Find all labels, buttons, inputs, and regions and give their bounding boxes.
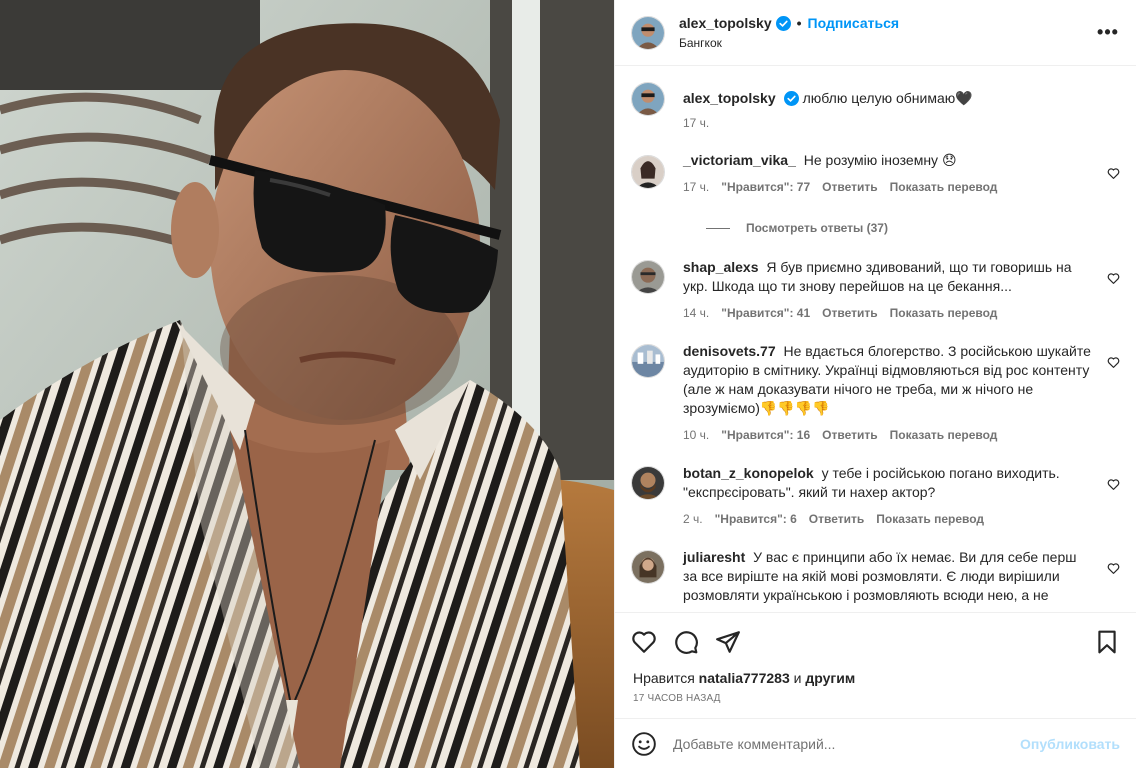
likes-prefix: Нравится [633, 670, 695, 686]
liker-username[interactable]: natalia777283 [699, 670, 790, 686]
publish-button[interactable]: Опубликовать [1020, 736, 1120, 752]
caption-avatar[interactable] [631, 82, 665, 116]
post-side-panel: alex_topolsky • Подписаться Бангкок ••• … [614, 0, 1136, 768]
comment-username[interactable]: juliaresht [683, 549, 745, 565]
comment-username[interactable]: botan_z_konopelok [683, 465, 814, 481]
commenter-avatar[interactable] [631, 466, 665, 500]
post-header: alex_topolsky • Подписаться Бангкок ••• [615, 0, 1136, 66]
view-replies-button[interactable]: Посмотреть ответы (37) [706, 221, 1120, 235]
share-icon[interactable] [715, 629, 741, 655]
likes-middle: и [793, 670, 802, 686]
post-time-ago[interactable]: 17 часов назад [615, 686, 1136, 718]
comment-username[interactable]: shap_alexs [683, 259, 759, 275]
reply-button[interactable]: Ответить [809, 510, 864, 529]
comment-time[interactable]: 14 ч. [683, 304, 709, 323]
reply-button[interactable]: Ответить [822, 178, 877, 197]
caption-username[interactable]: alex_topolsky [683, 89, 776, 108]
comment-likes[interactable]: "Нравится": 41 [721, 304, 810, 323]
translate-button[interactable]: Показать перевод [876, 510, 984, 529]
comment-likes[interactable]: "Нравится": 6 [715, 510, 797, 529]
comment-input[interactable] [673, 735, 1021, 752]
comment-item: shap_alexs Я був приємно здивований, що … [631, 259, 1120, 323]
commenter-avatar[interactable] [631, 260, 665, 294]
caption-text: люблю целую обнимаю🖤 [802, 90, 973, 106]
comment-time[interactable]: 10 ч. [683, 426, 709, 445]
comment-text: Не розумію іноземну 😞 [803, 152, 957, 168]
translate-button[interactable]: Показать перевод [890, 178, 998, 197]
like-comment-icon[interactable] [1107, 167, 1120, 180]
post-image [0, 0, 614, 768]
comment-item: botan_z_konopelok у тебе і російською по… [631, 465, 1120, 529]
likes-others-link[interactable]: другим [805, 670, 855, 686]
like-comment-icon[interactable] [1107, 562, 1120, 575]
caption: alex_topolsky люблю целую обнимаю🖤 17 ч. [631, 82, 1120, 133]
translate-button[interactable]: Показать перевод [890, 304, 998, 323]
like-comment-icon[interactable] [1107, 272, 1120, 285]
replies-divider [706, 227, 730, 229]
comment-icon[interactable] [673, 629, 699, 655]
comment-time[interactable]: 17 ч. [683, 178, 709, 197]
comment-item: juliaresht У вас є принципи або їх немає… [631, 549, 1120, 605]
author-avatar[interactable] [631, 15, 665, 50]
post-actions-bar [615, 612, 1136, 670]
more-options-icon[interactable]: ••• [1096, 21, 1120, 45]
comment-time[interactable]: 2 ч. [683, 510, 703, 529]
comment-username[interactable]: _victoriam_vika_ [683, 152, 796, 168]
like-comment-icon[interactable] [1107, 478, 1120, 491]
commenter-avatar[interactable] [631, 550, 665, 584]
comment-likes[interactable]: "Нравится": 77 [721, 178, 810, 197]
verified-badge-icon [775, 15, 791, 31]
follow-button[interactable]: Подписаться [808, 15, 900, 31]
comment-username[interactable]: denisovets.77 [683, 343, 776, 359]
reply-button[interactable]: Ответить [822, 304, 877, 323]
emoji-icon[interactable] [631, 731, 657, 757]
comments-list[interactable]: alex_topolsky люблю целую обнимаю🖤 17 ч.… [615, 66, 1136, 612]
comment-item: _victoriam_vika_ Не розумію іноземну 😞 1… [631, 152, 1120, 197]
comment-likes[interactable]: "Нравится": 16 [721, 426, 810, 445]
author-username[interactable]: alex_topolsky [679, 15, 772, 31]
comment-item: denisovets.77 Не вдається блогерство. З … [631, 343, 1120, 445]
separator-dot: • [796, 15, 802, 31]
commenter-avatar[interactable] [631, 344, 665, 378]
view-replies-label: Посмотреть ответы (37) [746, 221, 888, 235]
commenter-avatar[interactable] [631, 155, 665, 189]
translate-button[interactable]: Показать перевод [890, 426, 998, 445]
verified-badge-icon [783, 91, 799, 106]
reply-button[interactable]: Ответить [822, 426, 877, 445]
bookmark-icon[interactable] [1094, 629, 1120, 655]
header-info: alex_topolsky • Подписаться Бангкок [679, 15, 1096, 50]
location-link[interactable]: Бангкок [679, 36, 1096, 50]
caption-time[interactable]: 17 ч. [683, 114, 709, 133]
add-comment-bar: Опубликовать [615, 718, 1136, 768]
likes-summary: Нравится natalia777283 и другим [615, 670, 1136, 686]
like-comment-icon[interactable] [1107, 356, 1120, 369]
heart-icon[interactable] [631, 629, 657, 655]
post-photo[interactable] [0, 0, 614, 768]
